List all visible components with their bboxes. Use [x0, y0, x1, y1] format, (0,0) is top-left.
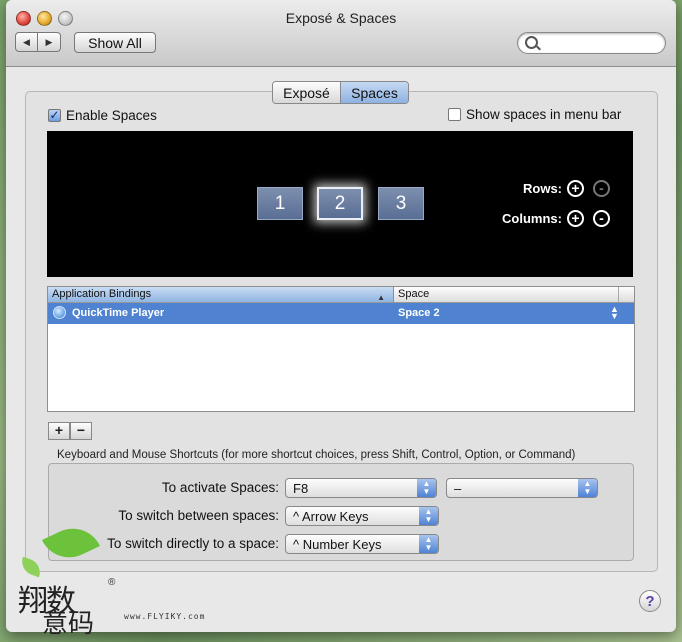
column-header-application[interactable]: Application Bindings ▲ [48, 287, 394, 302]
leaf-icon [18, 556, 44, 578]
activate-key-value: F8 [293, 481, 309, 496]
quicktime-icon [53, 306, 66, 319]
show-all-button[interactable]: Show All [74, 32, 156, 53]
columns-label: Columns: [502, 211, 562, 226]
title-bar: Exposé & Spaces ◀ ▶ Show All [6, 0, 676, 67]
remove-binding-button[interactable]: − [70, 422, 92, 440]
popup-arrows-icon: ▲ ▼ [578, 479, 597, 497]
table-row[interactable]: QuickTime Player Space 2 ▲ ▼ [48, 303, 634, 324]
tab-expose[interactable]: Exposé [273, 82, 341, 103]
search-input[interactable] [542, 35, 661, 53]
switch-direct-value: ^ Number Keys [293, 537, 382, 552]
column-header-space[interactable]: Space [395, 287, 619, 302]
table-header: Application Bindings ▲ Space [48, 287, 634, 303]
add-column-button[interactable]: + [567, 210, 584, 227]
add-row-button[interactable]: + [567, 180, 584, 197]
popup-arrows-icon: ▲ ▼ [419, 507, 438, 525]
popup-arrows-icon: ▲ ▼ [610, 304, 619, 321]
popup-arrows-icon: ▲ ▼ [417, 479, 436, 497]
spaces-overview: 1 2 3 Rows: + - Columns: + - [47, 131, 633, 277]
menu-bar-label: Show spaces in menu bar [466, 107, 622, 122]
search-icon [525, 36, 538, 49]
forward-arrow-icon: ▶ [45, 36, 53, 47]
popup-arrows-icon: ▲ ▼ [419, 535, 438, 553]
space-thumbnail-2[interactable]: 2 [317, 187, 363, 220]
space-thumbnail-1[interactable]: 1 [257, 187, 303, 220]
back-arrow-icon: ◀ [23, 36, 30, 47]
tab-spaces[interactable]: Spaces [341, 82, 408, 103]
add-binding-button[interactable]: + [48, 422, 70, 440]
activate-spaces-label: To activate Spaces: [161, 480, 279, 495]
window-title: Exposé & Spaces [285, 10, 397, 26]
switch-direct-popup[interactable]: ^ Number Keys ▲ ▼ [285, 534, 439, 554]
registered-mark: ® [108, 577, 116, 588]
shortcuts-group: To activate Spaces: F8 ▲ ▼ – ▲ ▼ To switch… [48, 463, 634, 561]
shortcuts-header: Keyboard and Mouse Shortcuts (for more s… [57, 449, 576, 461]
tab-control: Exposé Spaces [272, 81, 409, 104]
search-field[interactable] [517, 32, 666, 54]
back-button[interactable]: ◀ [15, 32, 38, 52]
enable-spaces-label: Enable Spaces [66, 108, 157, 123]
binding-space-popup[interactable]: Space 2 [398, 307, 440, 319]
watermark-url: www.FLYIKY.com [124, 612, 206, 621]
remove-column-button[interactable]: - [593, 210, 610, 227]
help-button[interactable]: ? [639, 590, 661, 612]
watermark-logo: 翔数 意码 ® www.FLYIKY.com [12, 518, 204, 639]
activate-mouse-value: – [454, 481, 462, 496]
activate-mouse-popup[interactable]: – ▲ ▼ [446, 478, 598, 498]
column-header-application-label: Application Bindings [52, 288, 152, 300]
switch-spaces-value: ^ Arrow Keys [293, 509, 369, 524]
binding-app-name: QuickTime Player [72, 307, 165, 319]
space-thumbnail-3[interactable]: 3 [378, 187, 424, 220]
enable-spaces-checkbox[interactable]: ✓ [48, 109, 61, 122]
menu-bar-checkbox[interactable] [448, 108, 461, 121]
watermark-text-bottom: 意码 [42, 609, 95, 639]
activate-key-popup[interactable]: F8 ▲ ▼ [285, 478, 437, 498]
forward-button[interactable]: ▶ [38, 32, 61, 52]
rows-label: Rows: [523, 181, 562, 196]
application-bindings-table[interactable]: Application Bindings ▲ Space QuickTime P… [47, 286, 635, 412]
remove-row-button[interactable]: - [593, 180, 610, 197]
switch-spaces-label: To switch between spaces: [118, 508, 279, 523]
switch-spaces-popup[interactable]: ^ Arrow Keys ▲ ▼ [285, 506, 439, 526]
